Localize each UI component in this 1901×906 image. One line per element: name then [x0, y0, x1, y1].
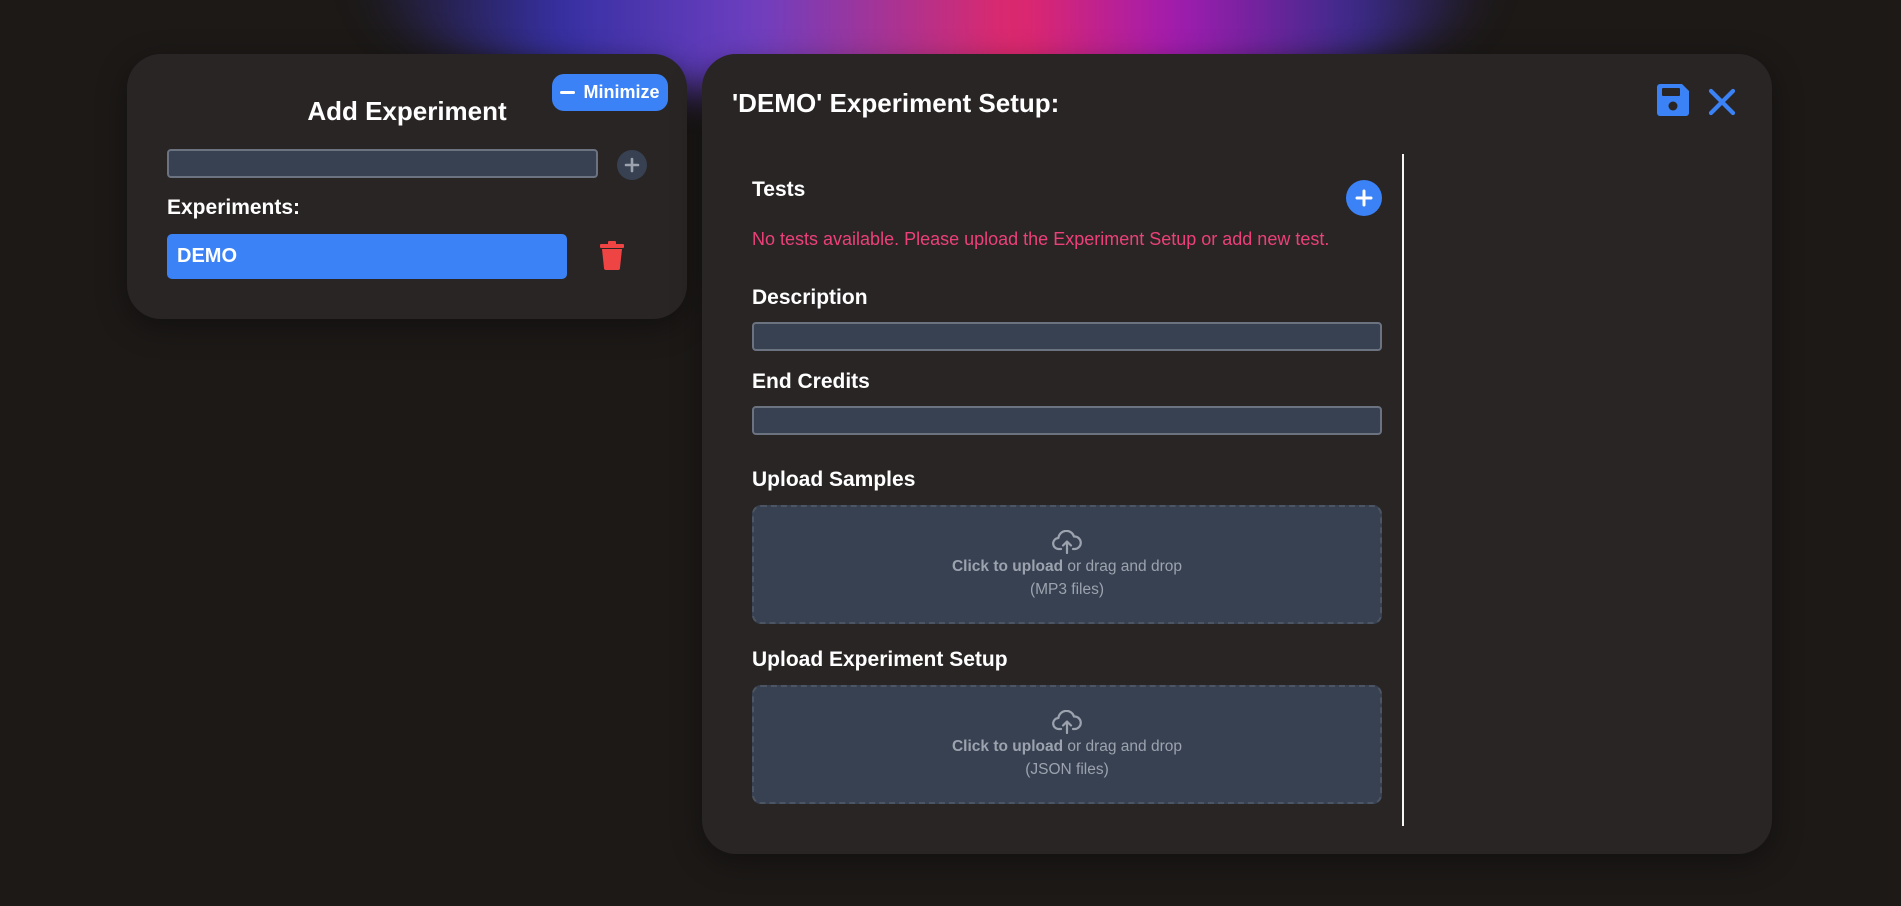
description-input[interactable] — [752, 322, 1382, 351]
file-types-text: (MP3 files) — [1029, 581, 1105, 598]
cloud-upload-icon — [1052, 710, 1082, 734]
add-experiment-button[interactable] — [617, 150, 647, 180]
drag-drop-text: or drag and drop — [1063, 558, 1182, 575]
end-credits-heading: End Credits — [752, 370, 870, 393]
minus-icon — [560, 90, 576, 95]
trash-icon[interactable] — [599, 241, 625, 270]
description-heading: Description — [752, 286, 868, 309]
experiment-setup-panel: 'DEMO' Experiment Setup: Tests No tests … — [702, 54, 1772, 854]
click-to-upload-text: Click to upload — [951, 738, 1064, 755]
end-credits-input[interactable] — [752, 406, 1382, 435]
experiments-heading: Experiments: — [167, 196, 301, 219]
floppy-disk-icon[interactable] — [1657, 84, 1689, 116]
plus-icon — [1355, 189, 1373, 207]
tests-heading: Tests — [752, 178, 806, 201]
file-types-text: (JSON files) — [1025, 761, 1109, 778]
upload-setup-dropzone[interactable]: Click to upload or drag and drop (JSON f… — [752, 685, 1382, 804]
no-tests-message: No tests available. Please upload the Ex… — [752, 229, 1330, 249]
upload-setup-heading: Upload Experiment Setup — [752, 648, 1008, 671]
panel-title: Add Experiment — [307, 96, 507, 126]
plus-icon — [624, 157, 640, 173]
add-experiment-panel: Minimize Add Experiment Experiments: DEM… — [127, 54, 687, 319]
upload-samples-heading: Upload Samples — [752, 468, 916, 491]
vertical-divider — [1402, 154, 1404, 826]
click-to-upload-text: Click to upload — [951, 558, 1064, 575]
add-test-button[interactable] — [1346, 180, 1382, 216]
upload-samples-dropzone[interactable]: Click to upload or drag and drop (MP3 fi… — [752, 505, 1382, 624]
experiment-item-demo[interactable]: DEMO — [167, 234, 567, 279]
upload-instructions: Click to upload or drag and drop — [952, 558, 1182, 576]
cloud-upload-icon — [1052, 530, 1082, 554]
drag-drop-text: or drag and drop — [1063, 738, 1182, 755]
upload-instructions: Click to upload or drag and drop — [952, 738, 1182, 756]
x-icon[interactable] — [1708, 88, 1736, 116]
setup-title: 'DEMO' Experiment Setup: — [732, 88, 1060, 118]
new-experiment-input[interactable] — [167, 149, 598, 178]
experiment-name: DEMO — [177, 245, 237, 267]
